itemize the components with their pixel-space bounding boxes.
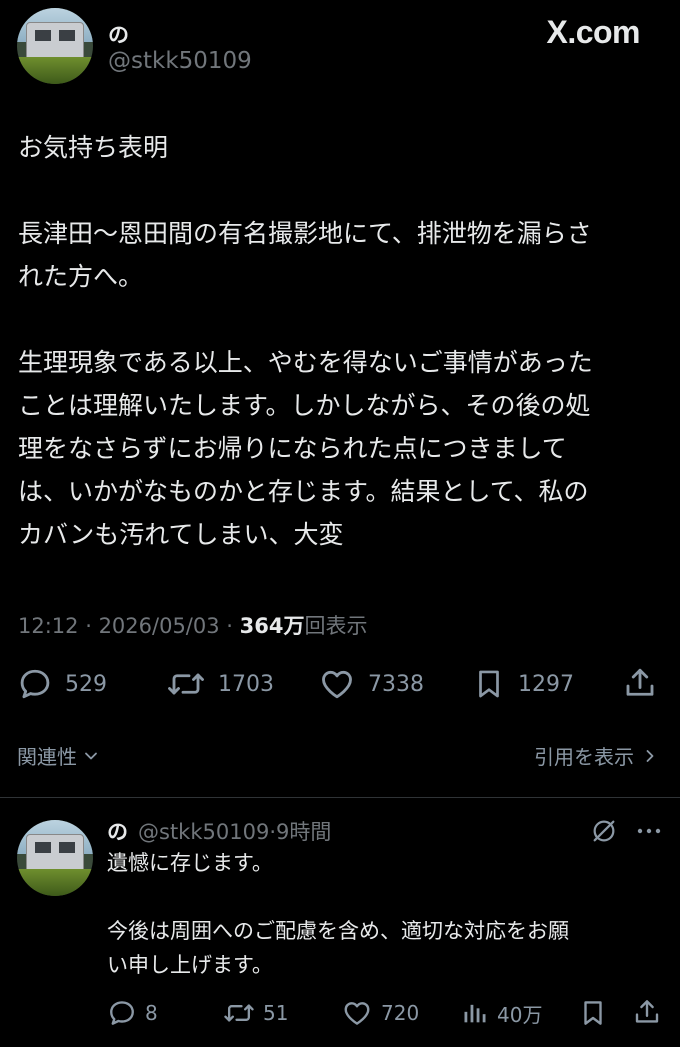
reply-views-button[interactable]: 40万 — [461, 998, 542, 1028]
reply-icon — [110, 1001, 134, 1025]
avatar-grass — [17, 868, 93, 896]
tweet-paragraph: 長津田〜恩田間の有名撮影地にて、排泄物を漏らさ れた方へ。 — [18, 219, 592, 291]
tweet-paragraph: お気持ち表明 — [18, 133, 169, 162]
meta-dot: · — [219, 614, 240, 638]
avatar-train — [26, 21, 84, 59]
heart-icon — [322, 670, 352, 699]
views-label: 回表示 — [304, 614, 368, 638]
relevance-sort[interactable]: 関連性 — [17, 741, 101, 770]
tweet-time[interactable]: 12:12 — [18, 614, 79, 638]
meta-dot: · — [269, 820, 276, 844]
tweet-text: お気持ち表明 長津田〜恩田間の有名撮影地にて、排泄物を漏らさ れた方へ。 生理現… — [18, 126, 668, 556]
reply-icon — [20, 669, 50, 699]
tweet-meta: 12:12 · 2026/05/03 · 364万回表示 — [18, 610, 367, 640]
reply-header: の @stkk50109 · 9時間 — [107, 816, 331, 846]
grok-button[interactable] — [590, 817, 618, 845]
analytics-icon — [464, 1004, 486, 1023]
like-count: 7338 — [368, 671, 424, 697]
relevance-label: 関連性 — [17, 745, 77, 769]
reply-time[interactable]: 9時間 — [276, 816, 331, 846]
avatar-grass — [17, 56, 93, 84]
views-unit: 万 — [283, 614, 305, 638]
reply-views-count: 40万 — [497, 1002, 543, 1027]
share-icon — [635, 1000, 659, 1023]
view-quotes-link[interactable]: 引用を表示 — [534, 741, 660, 770]
reply-paragraph: 遺憾に存じます。 — [107, 851, 273, 875]
tweet-paragraph: 生理現象である以上、やむを得ないご事情があった ことは理解いたします。しかしなが… — [18, 348, 593, 549]
repost-button[interactable]: 1703 — [166, 666, 274, 702]
share-icon — [626, 668, 654, 696]
reply-reply-button[interactable]: 8 — [107, 998, 158, 1028]
reply-repost-count: 51 — [263, 1001, 289, 1025]
avatar[interactable] — [17, 8, 93, 84]
user-handle[interactable]: @stkk50109 — [108, 48, 252, 74]
divider — [0, 797, 680, 798]
tweet-date[interactable]: 2026/05/03 — [99, 614, 220, 638]
chevron-right-icon — [646, 749, 654, 762]
view-quotes-label: 引用を表示 — [534, 745, 634, 769]
bookmark-count: 1297 — [518, 671, 574, 697]
bookmark-icon — [479, 670, 499, 698]
more-options-button[interactable] — [636, 820, 662, 842]
avatar-train — [26, 833, 84, 871]
reply-avatar[interactable] — [17, 820, 93, 896]
repost-icon — [168, 673, 204, 695]
x-logo: X.com — [546, 14, 640, 50]
repost-icon — [224, 1004, 254, 1022]
reply-repost-button[interactable]: 51 — [223, 998, 288, 1028]
reply-count: 529 — [65, 671, 107, 697]
views-count: 364 — [239, 614, 284, 638]
reply-bookmark-button[interactable] — [578, 998, 608, 1028]
reply-share-button[interactable] — [632, 996, 662, 1028]
reply-display-name[interactable]: の — [107, 816, 128, 846]
bookmark-icon — [584, 1001, 602, 1025]
bookmark-button[interactable]: 1297 — [472, 666, 574, 702]
reply-like-button[interactable]: 720 — [341, 998, 419, 1028]
repost-count: 1703 — [218, 671, 274, 697]
reply-like-count: 720 — [381, 1001, 420, 1025]
grok-icon — [593, 820, 615, 842]
reply-handle[interactable]: @stkk50109 — [138, 820, 269, 844]
heart-icon — [344, 1002, 370, 1025]
like-button[interactable]: 7338 — [318, 666, 424, 702]
reply-button[interactable]: 529 — [17, 666, 107, 702]
reply-text: 遺憾に存じます。 今後は周囲へのご配慮を含め、適切な対応をお願 い申し上げます。 — [107, 846, 667, 982]
share-button[interactable] — [622, 664, 658, 702]
reply-reply-count: 8 — [145, 1001, 158, 1025]
more-icon — [637, 828, 661, 834]
reply-paragraph: 今後は周囲へのご配慮を含め、適切な対応をお願 い申し上げます。 — [107, 919, 569, 977]
meta-dot: · — [78, 614, 99, 638]
chevron-down-icon — [85, 752, 97, 759]
display-name[interactable]: の — [108, 19, 129, 49]
